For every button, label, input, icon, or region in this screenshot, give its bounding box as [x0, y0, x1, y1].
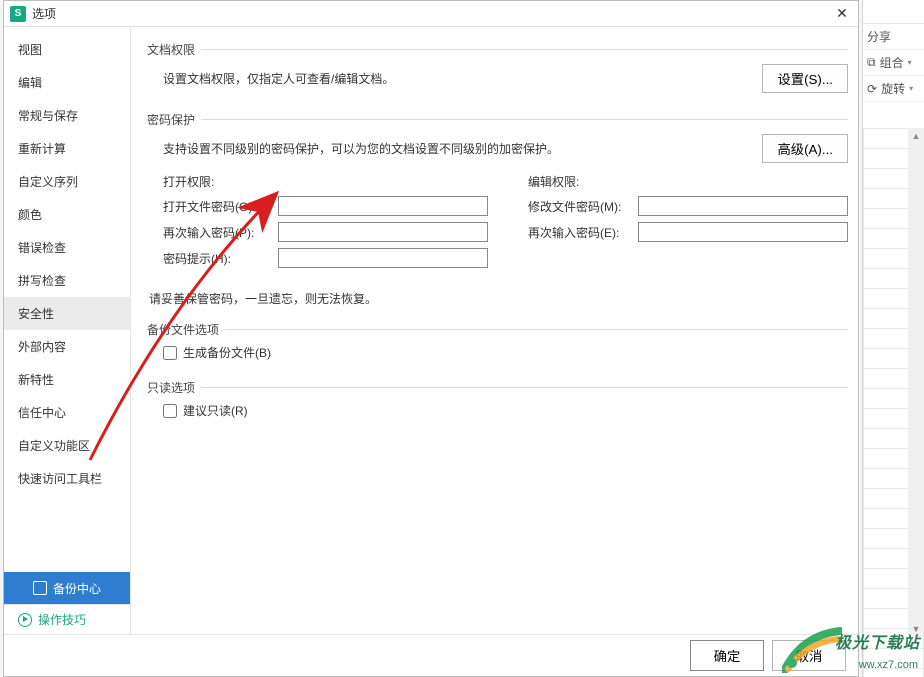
readonly-legend: 只读选项	[147, 379, 201, 396]
sidebar-item-8[interactable]: 安全性	[4, 297, 130, 330]
password-group: 密码保护 支持设置不同级别的密码保护，可以为您的文档设置不同级别的加密保护。 高…	[149, 111, 848, 274]
sidebar-item-4[interactable]: 自定义序列	[4, 165, 130, 198]
open-password-confirm-label: 再次输入密码(P):	[163, 224, 278, 241]
cancel-button[interactable]: 取消	[772, 640, 846, 671]
titlebar: S 选项 ✕	[4, 1, 858, 27]
password-hint-input[interactable]	[278, 248, 488, 268]
close-icon: ✕	[836, 5, 848, 22]
scroll-down-icon[interactable]: ▼	[908, 621, 924, 637]
edit-permission-header: 编辑权限:	[528, 173, 848, 190]
backup-label: 备份中心	[53, 580, 101, 597]
sidebar-item-13[interactable]: 快速访问工具栏	[4, 462, 130, 495]
password-advanced-button[interactable]: 高级(A)...	[762, 134, 848, 163]
app-icon: S	[10, 6, 26, 22]
backup-group: 备份文件选项 生成备份文件(B)	[149, 321, 848, 367]
password-hint-label: 密码提示(H):	[163, 250, 278, 267]
scroll-up-icon[interactable]: ▲	[908, 128, 924, 144]
doc-permission-legend: 文档权限	[147, 41, 201, 58]
sidebar-item-5[interactable]: 颜色	[4, 198, 130, 231]
sidebar-item-10[interactable]: 新特性	[4, 363, 130, 396]
bg-share[interactable]: 分享	[863, 24, 924, 50]
background-app-strip: 分享 ⧉组合▾ ⟳旋转▾ ▲ ▼	[862, 0, 924, 677]
modify-password-input[interactable]	[638, 196, 848, 216]
close-button[interactable]: ✕	[826, 1, 858, 27]
doc-permission-settings-button[interactable]: 设置(S)...	[762, 64, 848, 93]
sidebar-item-0[interactable]: 视图	[4, 33, 130, 66]
sidebar-item-9[interactable]: 外部内容	[4, 330, 130, 363]
dialog-title: 选项	[32, 5, 56, 22]
backup-checkbox-label: 生成备份文件(B)	[183, 344, 271, 361]
sidebar-item-6[interactable]: 错误检查	[4, 231, 130, 264]
content-pane: 文档权限 设置文档权限，仅指定人可查看/编辑文档。 设置(S)... 密码保护 …	[131, 27, 858, 634]
sidebar-item-2[interactable]: 常规与保存	[4, 99, 130, 132]
ok-button[interactable]: 确定	[690, 640, 764, 671]
tips-label: 操作技巧	[38, 611, 86, 628]
bg-group[interactable]: ⧉组合▾	[863, 50, 924, 76]
password-note: 支持设置不同级别的密码保护，可以为您的文档设置不同级别的加密保护。	[163, 140, 754, 157]
options-dialog: S 选项 ✕ 视图编辑常规与保存重新计算自定义序列颜色错误检查拼写检查安全性外部…	[3, 0, 859, 677]
backup-center-button[interactable]: 备份中心	[4, 572, 130, 604]
readonly-group: 只读选项 建议只读(R)	[149, 379, 848, 425]
backup-checkbox[interactable]	[163, 346, 177, 360]
sidebar-item-11[interactable]: 信任中心	[4, 396, 130, 429]
doc-permission-note: 设置文档权限，仅指定人可查看/编辑文档。	[163, 70, 754, 87]
sidebar-item-7[interactable]: 拼写检查	[4, 264, 130, 297]
readonly-checkbox[interactable]	[163, 404, 177, 418]
open-permission-header: 打开权限:	[163, 173, 488, 190]
readonly-checkbox-label: 建议只读(R)	[183, 402, 248, 419]
bg-vertical-scrollbar[interactable]: ▲ ▼	[908, 128, 924, 637]
modify-password-confirm-input[interactable]	[638, 222, 848, 242]
modify-password-confirm-label: 再次输入密码(E):	[528, 224, 638, 241]
dialog-footer: 确定 取消	[4, 634, 858, 676]
open-password-label: 打开文件密码(O):	[163, 198, 278, 215]
open-password-input[interactable]	[278, 196, 488, 216]
play-icon	[18, 613, 32, 627]
sidebar-item-3[interactable]: 重新计算	[4, 132, 130, 165]
tips-link[interactable]: 操作技巧	[4, 604, 130, 634]
sidebar: 视图编辑常规与保存重新计算自定义序列颜色错误检查拼写检查安全性外部内容新特性信任…	[4, 27, 131, 634]
bg-rotate[interactable]: ⟳旋转▾	[863, 76, 924, 102]
doc-permission-group: 文档权限 设置文档权限，仅指定人可查看/编辑文档。 设置(S)...	[149, 41, 848, 99]
sidebar-item-12[interactable]: 自定义功能区	[4, 429, 130, 462]
sidebar-item-1[interactable]: 编辑	[4, 66, 130, 99]
password-legend: 密码保护	[147, 111, 201, 128]
open-password-confirm-input[interactable]	[278, 222, 488, 242]
password-warning: 请妥善保管密码，一旦遗忘，则无法恢复。	[149, 286, 848, 321]
backup-icon	[33, 581, 47, 595]
backup-legend: 备份文件选项	[147, 321, 225, 338]
modify-password-label: 修改文件密码(M):	[528, 198, 638, 215]
